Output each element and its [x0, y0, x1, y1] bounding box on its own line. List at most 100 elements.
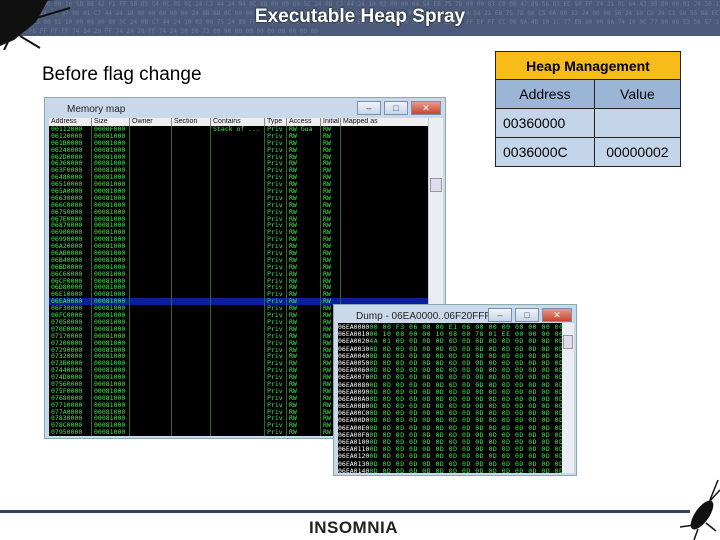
- table-row[interactable]: 06CF0000 00081000 Priv RW RW: [49, 277, 429, 285]
- table-cell: Priv: [265, 429, 287, 436]
- table-row[interactable]: 06B40000 00081000 Priv RW RW: [49, 256, 429, 264]
- table-cell: Priv: [265, 367, 287, 375]
- table-cell: 073B0000: [49, 360, 92, 368]
- table-cell: [130, 229, 172, 237]
- table-row[interactable]: 06750000 00081000 Priv RW RW: [49, 208, 429, 216]
- column-header[interactable]: Mapped as: [341, 118, 429, 126]
- table-row[interactable]: 06C60000 00081000 Priv RW RW: [49, 270, 429, 278]
- table-cell: 0000F000: [92, 126, 130, 133]
- table-cell: [172, 284, 211, 292]
- minimize-button[interactable]: –: [488, 308, 512, 322]
- table-cell: 07170000: [49, 332, 92, 340]
- scrollbar-thumb[interactable]: [430, 178, 442, 192]
- table-cell: 00081000: [92, 243, 130, 251]
- table-cell: [211, 174, 265, 182]
- table-cell: RW: [287, 256, 321, 264]
- table-cell: [211, 236, 265, 244]
- vertical-scrollbar[interactable]: [562, 323, 574, 473]
- table-row[interactable]: 066C0000 00081000 Priv RW RW: [49, 201, 429, 209]
- table-row[interactable]: 06A20000 00081000 Priv RW RW: [49, 243, 429, 251]
- minimize-button[interactable]: –: [357, 101, 381, 115]
- table-cell: RW: [321, 174, 341, 182]
- column-header[interactable]: Initial: [321, 118, 341, 126]
- table-cell: 078C0000: [49, 422, 92, 430]
- table-cell: 07320000: [49, 353, 92, 361]
- table-cell: [172, 215, 211, 223]
- maximize-button[interactable]: □: [515, 308, 539, 322]
- column-header[interactable]: Size: [92, 118, 130, 126]
- table-cell: Priv: [265, 305, 287, 313]
- table-cell: [130, 167, 172, 175]
- table-cell: [130, 174, 172, 182]
- table-cell: [130, 215, 172, 223]
- table-cell: Priv: [265, 146, 287, 154]
- table-cell: [172, 201, 211, 209]
- table-cell: RW Gua: [287, 126, 321, 133]
- table-cell: RW: [287, 394, 321, 402]
- table-row[interactable]: 06990000 00081000 Priv RW RW: [49, 236, 429, 244]
- table-cell: 06F30000: [49, 305, 92, 313]
- table-cell: RW: [321, 181, 341, 189]
- table-row[interactable]: 061B0000 00081000 Priv RW RW: [49, 139, 429, 147]
- table-cell: 06EA0000: [49, 298, 92, 306]
- table-row[interactable]: 065A0000 00081000 Priv RW RW: [49, 188, 429, 195]
- table-cell: [172, 346, 211, 354]
- table-row[interactable]: 06BD0000 00081000 Priv RW RW: [49, 263, 429, 271]
- footer-divider: [0, 510, 690, 513]
- table-cell: RW: [287, 174, 321, 182]
- table-cell: 06240000: [49, 146, 92, 154]
- table-cell: [211, 312, 265, 319]
- table-cell: 00081000: [92, 139, 130, 147]
- maximize-button[interactable]: □: [384, 101, 408, 115]
- table-cell: 070E0000: [49, 325, 92, 333]
- table-row[interactable]: 06240000 00081000 Priv RW RW: [49, 146, 429, 154]
- table-row[interactable]: 06900000 00081000 Priv RW RW: [49, 229, 429, 237]
- window-title: Dump - 06EA0000..06F20FFF: [356, 311, 491, 322]
- table-cell: [341, 271, 429, 278]
- table-cell: RW: [287, 422, 321, 430]
- column-header[interactable]: Contains: [211, 118, 265, 126]
- table-cell: 00081000: [92, 284, 130, 292]
- table-row[interactable]: 06630000 00081000 Priv RW RW: [49, 194, 429, 202]
- close-button[interactable]: ✕: [411, 101, 441, 115]
- table-cell: [130, 181, 172, 189]
- table-row[interactable]: 06510000 00081000 Priv RW RW: [49, 181, 429, 189]
- column-header[interactable]: Type: [265, 118, 287, 126]
- table-row[interactable]: 06360000 00081000 Priv RW RW: [49, 160, 429, 168]
- table-cell: RW: [287, 291, 321, 299]
- table-row[interactable]: 063F0000 00081000 Priv RW RW: [49, 167, 429, 175]
- dump-row[interactable]: 06EA0140 0D 0D 0D 0D 0D 0D 0D 0D 0D 0D 0D…: [338, 467, 564, 473]
- table-row[interactable]: 06120000 00081000 Priv RW RW: [49, 132, 429, 140]
- table-row[interactable]: 06480000 00081000 Priv RW RW: [49, 174, 429, 182]
- table-row[interactable]: 067E0000 00081000 Priv RW RW: [49, 215, 429, 223]
- column-header[interactable]: Owner: [130, 118, 172, 126]
- column-header[interactable]: Address: [49, 118, 92, 126]
- table-header: Address Size Owner Section Contains Type Acces…: [49, 118, 429, 126]
- table-cell: RW: [287, 132, 321, 140]
- table-cell: Priv: [265, 160, 287, 168]
- table-row[interactable]: 06AB0000 00081000 Priv RW RW: [49, 250, 429, 257]
- table-cell: [211, 318, 265, 326]
- table-cell: RW: [287, 284, 321, 292]
- column-header[interactable]: Access: [287, 118, 321, 126]
- table-cell: [341, 278, 429, 285]
- table-row[interactable]: 06D80000 00081000 Priv RW RW: [49, 284, 429, 292]
- table-row[interactable]: 06870000 00081000 Priv RW RW: [49, 222, 429, 230]
- table-cell: [211, 201, 265, 209]
- table-cell: [130, 139, 172, 147]
- column-header[interactable]: Section: [172, 118, 211, 126]
- table-row[interactable]: 06E10000 00081000 Priv RW RW: [49, 291, 429, 299]
- table-cell: 00081000: [92, 312, 130, 319]
- table-cell: [341, 291, 429, 298]
- table-cell: RW: [321, 277, 341, 285]
- table-row[interactable]: 00112000 0000F000 Stack of ... Priv RW Gua RW: [49, 126, 429, 133]
- table-cell: [211, 408, 265, 416]
- table-cell: RW: [287, 222, 321, 230]
- table-cell: [172, 188, 211, 195]
- table-cell: [211, 305, 265, 313]
- table-cell: 00081000: [92, 325, 130, 333]
- scrollbar-thumb[interactable]: [563, 335, 573, 349]
- close-button[interactable]: ✕: [542, 308, 572, 322]
- table-cell: 00081000: [92, 277, 130, 285]
- table-row[interactable]: 062D0000 00081000 Priv RW RW: [49, 153, 429, 161]
